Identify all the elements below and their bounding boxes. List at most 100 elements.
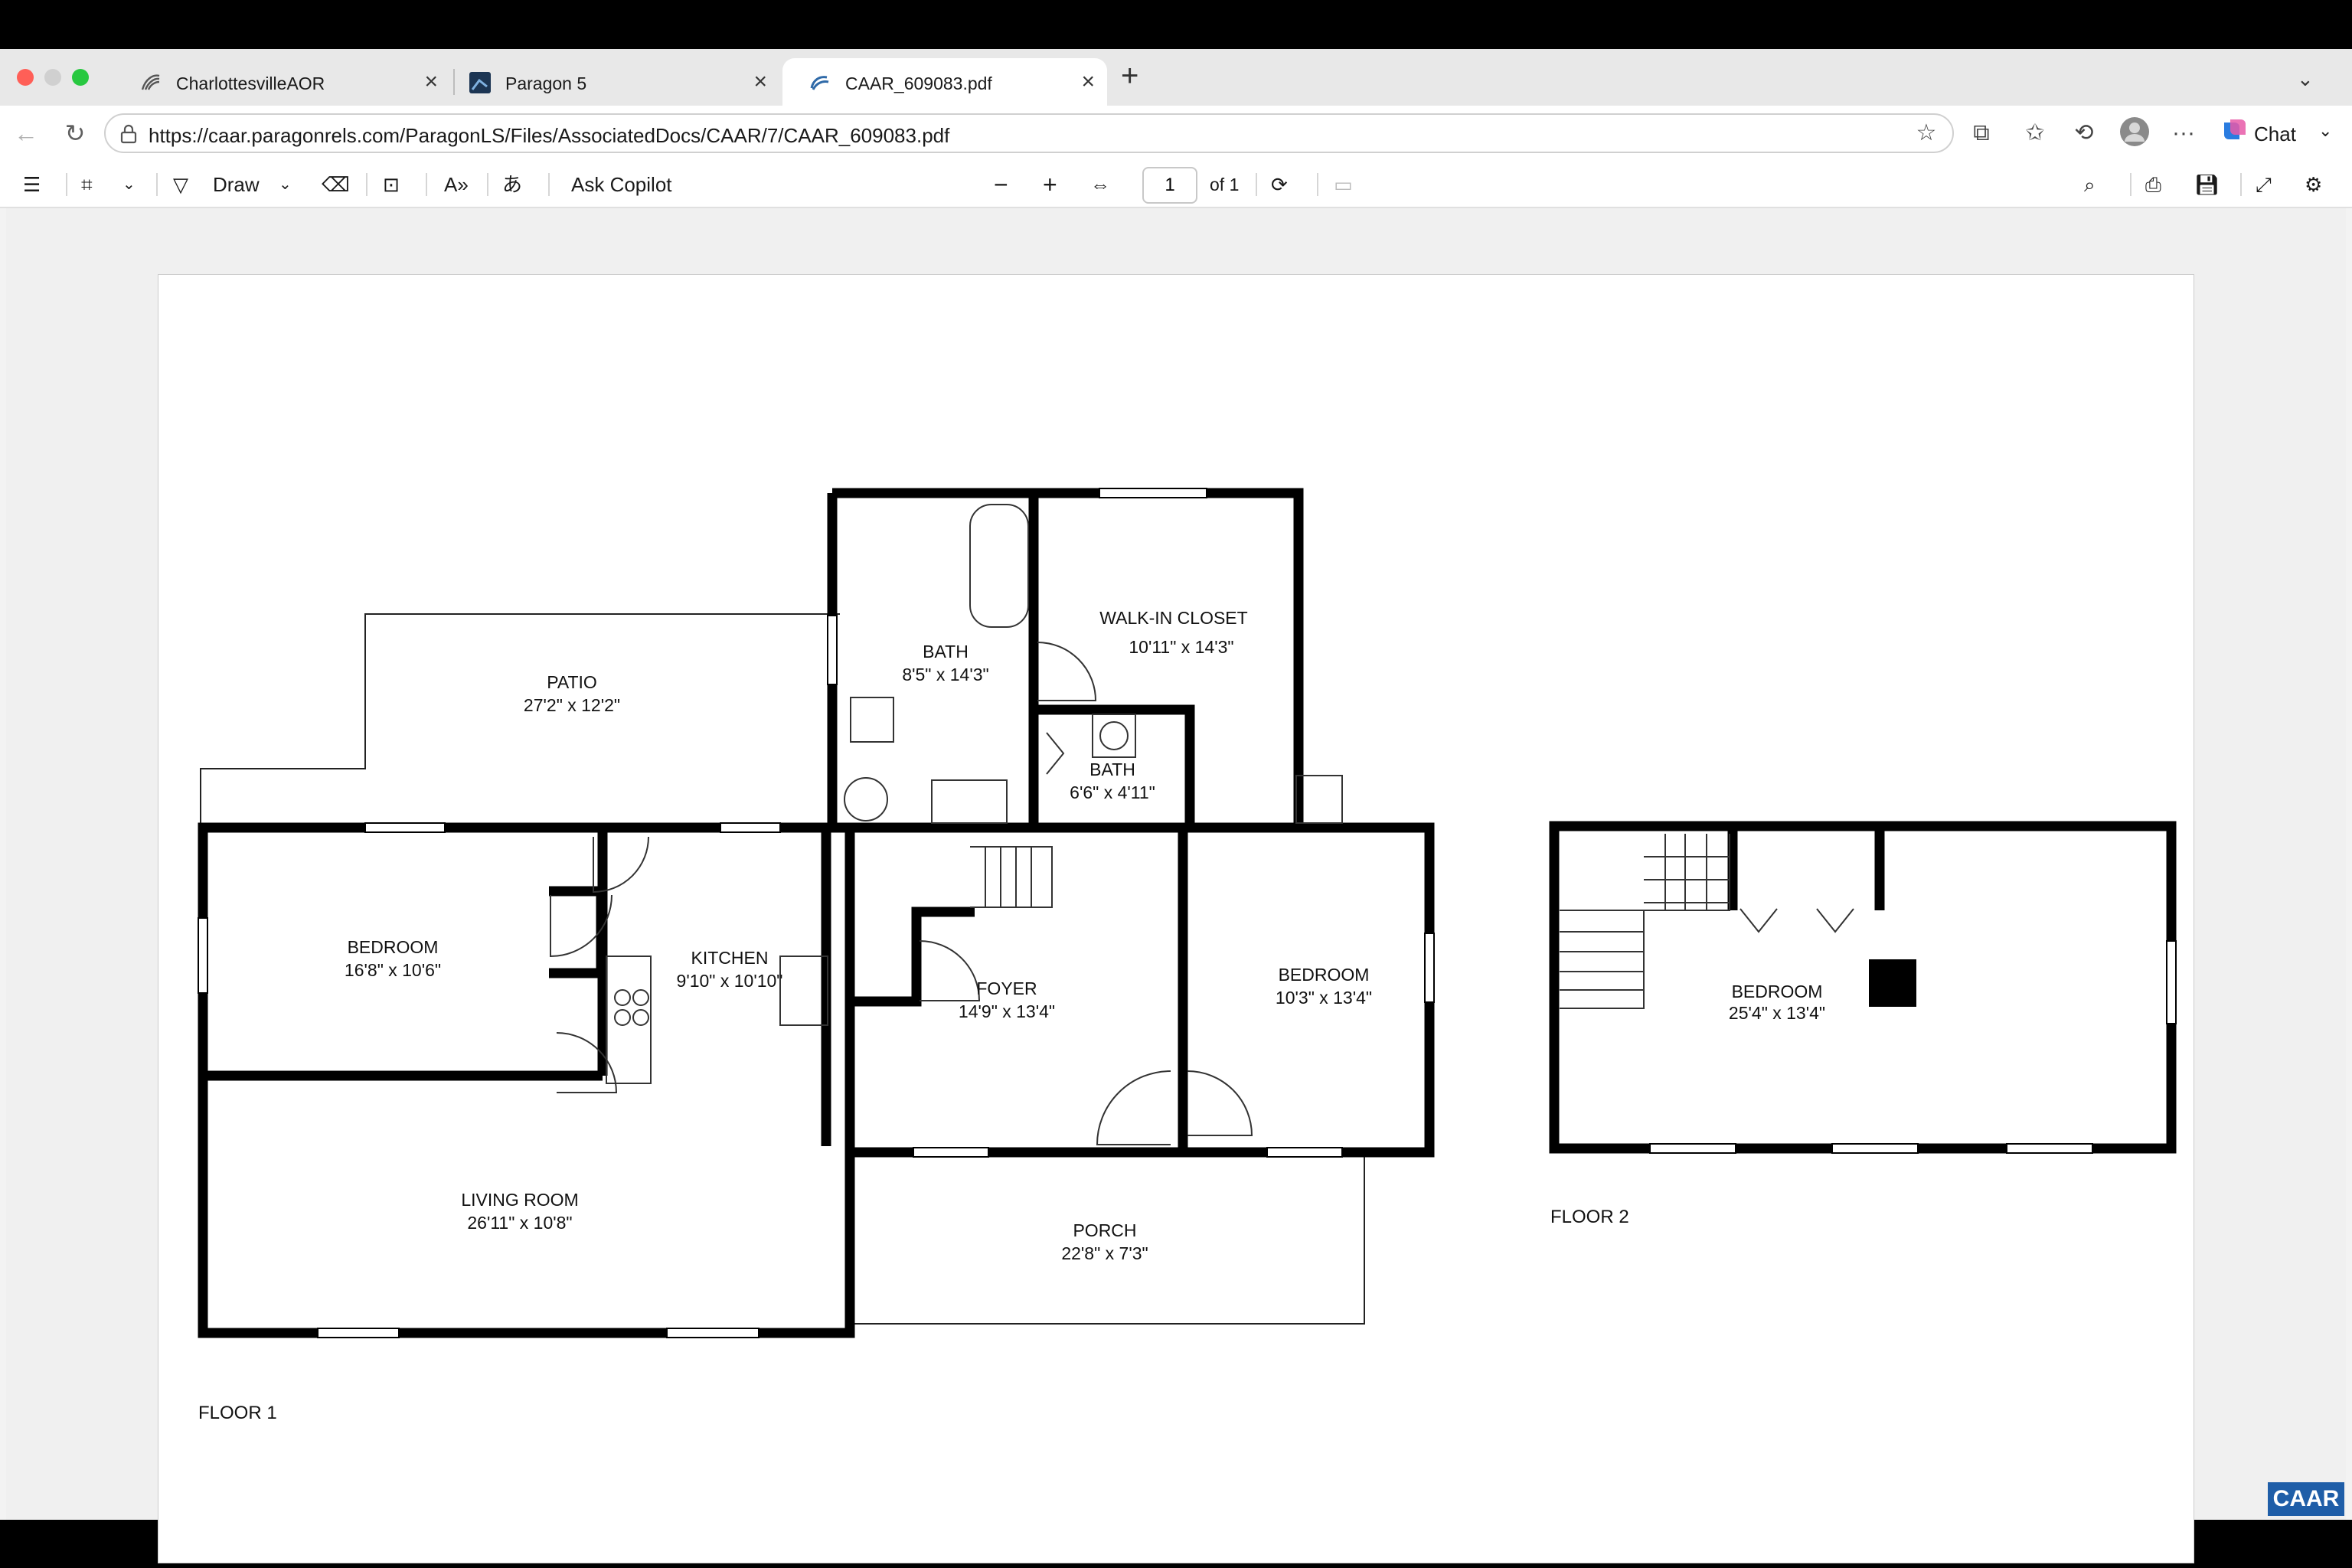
divider [426, 173, 427, 196]
copilot-icon[interactable] [2217, 116, 2251, 150]
draw-icon[interactable]: ▽ [173, 168, 188, 201]
tab-pdf[interactable]: CAAR_609083.pdf × [782, 58, 1107, 106]
eraser-icon[interactable]: ⌫ [322, 168, 350, 201]
close-tab-icon[interactable]: × [424, 69, 438, 95]
floor-plan: PATIO 27'2" x 12'2" BATH 8'5" x 14'3" WA… [198, 488, 2177, 1423]
fit-width-icon[interactable]: ⇔ [1090, 168, 1110, 201]
room-dims: 26'11" x 10'8" [467, 1213, 572, 1233]
tab-title: Paragon 5 [505, 74, 587, 93]
room-name: PATIO [547, 672, 597, 692]
save-icon[interactable]: 💾︎ [2194, 168, 2220, 201]
read-aloud-icon[interactable]: A» [444, 168, 469, 201]
door-swings [550, 642, 1253, 1145]
room-name: BATH [923, 642, 969, 662]
close-window-button[interactable] [17, 69, 34, 86]
address-bar[interactable]: https://caar.paragonrels.com/ParagonLS/F… [104, 113, 1954, 153]
browser-window: CharlottesvilleAOR × Paragon 5 × CAAR_60… [0, 49, 2352, 1563]
divider [156, 173, 158, 196]
pdf-icon [810, 76, 829, 90]
room-dims: 16'8" x 10'6" [345, 960, 441, 980]
close-tab-icon[interactable]: × [753, 69, 767, 95]
reload-button[interactable]: ↻ [57, 115, 93, 152]
rotate-icon[interactable]: ⟳ [1271, 168, 1288, 201]
tab-strip: CharlottesvilleAOR × Paragon 5 × CAAR_60… [0, 49, 2352, 106]
tab-list-chevron-icon[interactable]: ⌄ [2297, 63, 2314, 95]
room-dims: 27'2" x 12'2" [524, 695, 620, 715]
room-dims: 25'4" x 13'4" [1729, 1003, 1825, 1023]
close-tab-icon[interactable]: × [1081, 69, 1095, 95]
room-name: BEDROOM [348, 937, 439, 957]
room-name: PORCH [1073, 1220, 1136, 1240]
room-dims: 8'5" x 14'3" [902, 665, 988, 684]
highlight-icon[interactable]: ⌗ [81, 168, 93, 201]
tab-title: CAAR_609083.pdf [845, 74, 992, 93]
navigation-bar: ← ↻ https://caar.paragonrels.com/Paragon… [0, 106, 2352, 161]
fixtures [606, 504, 1343, 1084]
page-view-icon[interactable]: ▭ [1334, 168, 1353, 201]
tab-paragon[interactable]: Paragon 5 × [443, 58, 779, 106]
favorites-icon[interactable]: ✩ [2018, 116, 2052, 150]
translate-icon[interactable]: あ [502, 168, 522, 201]
tab-charlottesvilleaor[interactable]: CharlottesvilleAOR × [113, 58, 450, 106]
room-dims: 9'10" x 10'10" [677, 971, 783, 991]
floor1-label: FLOOR 1 [198, 1403, 277, 1423]
favorite-star-icon[interactable]: ☆ [1909, 116, 1943, 150]
divider [2130, 173, 2132, 196]
page-number-input[interactable]: 1 [1142, 167, 1197, 204]
divider [66, 173, 67, 196]
extensions-icon[interactable]: ⧉ [1965, 116, 1998, 150]
text-box-icon[interactable]: ⊡ [383, 168, 400, 201]
room-name: WALK-IN CLOSET [1099, 608, 1247, 628]
room-dims: 10'11" x 14'3" [1129, 637, 1233, 657]
copilot-logo-icon [2224, 119, 2246, 139]
history-icon[interactable]: ⟲ [2067, 116, 2101, 150]
divider [1317, 173, 1318, 196]
room-dims: 10'3" x 13'4" [1276, 988, 1372, 1008]
patio-outline [200, 613, 840, 881]
divider [2240, 173, 2242, 196]
avatar-icon [2120, 117, 2149, 146]
chat-chevron-icon[interactable]: ⌄ [2318, 115, 2332, 147]
ask-copilot-button[interactable]: Ask Copilot [571, 168, 672, 201]
profile-avatar[interactable] [2118, 116, 2151, 150]
page-total-label: of 1 [1210, 175, 1240, 194]
settings-gear-icon[interactable]: ⚙ [2305, 168, 2322, 201]
pdf-toolbar: ☰ ⌗ ⌄ ▽ Draw ⌄ ⌫ ⊡ A» あ Ask Copilot − + … [0, 161, 2352, 208]
site-info-icon[interactable] [119, 124, 138, 144]
print-icon[interactable]: ⎙ [2145, 168, 2161, 201]
chat-button[interactable]: Chat [2254, 118, 2296, 150]
pdf-viewer: PATIO 27'2" x 12'2" BATH 8'5" x 14'3" WA… [6, 208, 2346, 1563]
draw-chevron-icon[interactable]: ⌄ [279, 168, 292, 201]
divider [548, 173, 550, 196]
floor2-label: FLOOR 2 [1550, 1207, 1629, 1227]
zoom-out-icon[interactable]: − [994, 168, 1008, 201]
draw-button[interactable]: Draw [213, 168, 260, 201]
minimize-window-button[interactable] [44, 69, 61, 86]
room-name: BATH [1089, 760, 1135, 779]
tab-title: CharlottesvilleAOR [176, 74, 325, 93]
maximize-window-button[interactable] [72, 69, 89, 86]
caar-logo-icon [141, 74, 160, 90]
room-dims: 14'9" x 13'4" [959, 1001, 1055, 1021]
divider [366, 173, 368, 196]
contents-icon[interactable]: ☰ [23, 168, 41, 201]
url-text: https://caar.paragonrels.com/ParagonLS/F… [149, 124, 950, 147]
new-tab-button[interactable]: + [1121, 60, 1138, 92]
chimney [1869, 959, 1916, 1007]
room-dims: 6'6" x 4'11" [1070, 782, 1155, 802]
more-menu-icon[interactable]: ··· [2167, 116, 2200, 150]
room-name: KITCHEN [691, 948, 769, 968]
room-name: BEDROOM [1732, 982, 1823, 1001]
room-name: LIVING ROOM [461, 1190, 578, 1210]
room-name: FOYER [976, 978, 1037, 998]
highlight-chevron-icon[interactable]: ⌄ [122, 168, 136, 201]
windows [198, 488, 1435, 1338]
divider [1256, 173, 1257, 196]
floor2-walls [1549, 821, 2177, 1154]
zoom-in-icon[interactable]: + [1043, 168, 1057, 201]
fullscreen-icon[interactable]: ⤢ [2256, 168, 2272, 201]
search-icon[interactable]: ⌕ [2084, 168, 2096, 201]
divider [487, 173, 488, 196]
paragon-icon [469, 72, 491, 93]
back-button[interactable]: ← [8, 115, 44, 152]
